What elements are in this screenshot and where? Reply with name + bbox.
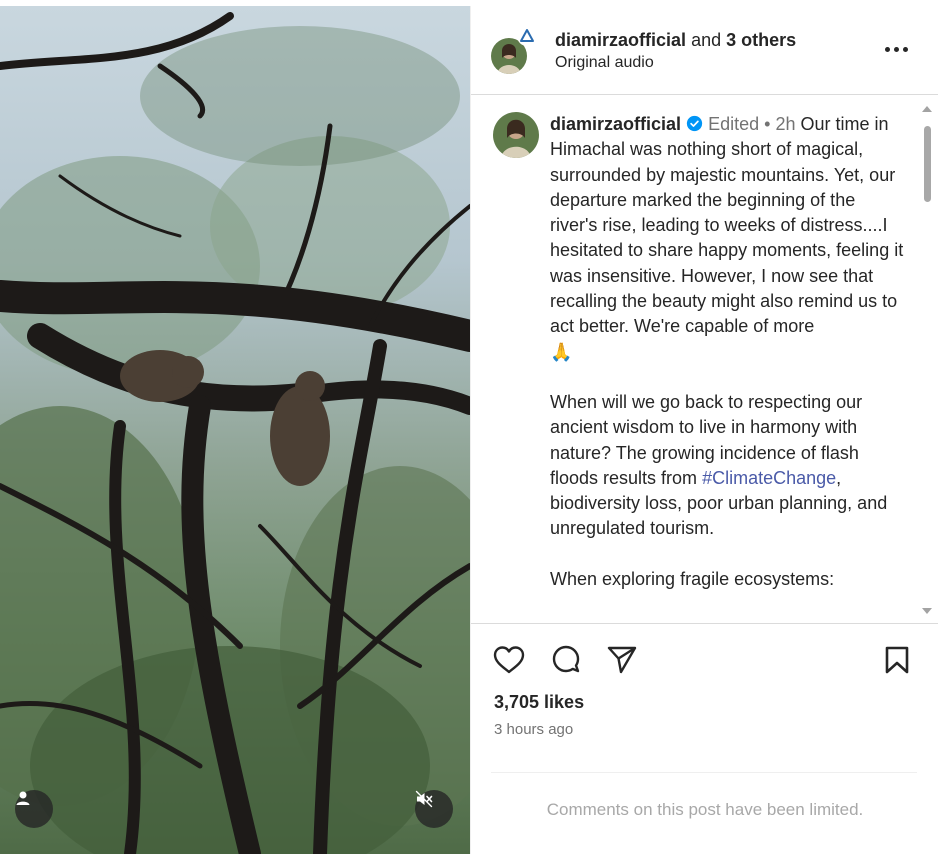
post-actions <box>471 642 938 686</box>
comments-limited-notice: Comments on this post have been limited. <box>546 800 864 819</box>
caption-first-paragraph: diamirzaofficial Edited • 2h Our time in… <box>550 112 905 365</box>
instagram-post-window: diamirzaofficial and 3 others Original a… <box>0 0 938 861</box>
post-header: diamirzaofficial and 3 others Original a… <box>471 6 938 95</box>
caption-username-link[interactable]: diamirzaofficial <box>550 114 681 134</box>
verified-badge-icon <box>686 115 703 132</box>
edited-label: Edited <box>708 114 760 134</box>
post-video[interactable] <box>0 6 470 854</box>
hashtag-link[interactable]: #ClimateChange <box>702 468 836 488</box>
scroll-thumb[interactable] <box>924 126 931 202</box>
more-dot <box>903 46 908 52</box>
mute-button[interactable] <box>415 790 453 828</box>
author-username-link[interactable]: diamirzaofficial <box>555 30 686 50</box>
user-tag-button[interactable] <box>15 790 53 828</box>
user-icon <box>16 791 30 805</box>
folded-hands-emoji: 🙏 <box>550 341 573 362</box>
profile-photo-icon <box>493 112 539 158</box>
post-caption: diamirzaofficial Edited • 2h Our time in… <box>550 112 905 592</box>
caption-second-paragraph: When will we go back to respecting our a… <box>550 390 905 542</box>
and-text: and <box>691 30 722 50</box>
like-button[interactable] <box>491 642 527 678</box>
paper-plane-icon <box>607 646 637 674</box>
audio-link[interactable]: Original audio <box>555 54 654 72</box>
caption-paragraph-3: When exploring fragile ecosystems: <box>550 568 835 589</box>
more-dot <box>894 46 899 52</box>
more-options-button[interactable] <box>885 42 911 56</box>
meta-separator: • <box>764 114 771 134</box>
scroll-up-arrow-icon[interactable] <box>921 104 933 114</box>
more-dot <box>885 46 890 52</box>
comments-scroll-area[interactable]: diamirzaofficial Edited • 2h Our time in… <box>471 96 938 624</box>
video-frame-trees-monkeys <box>0 12 470 854</box>
scroll-down-arrow-icon[interactable] <box>921 606 933 616</box>
share-button[interactable] <box>604 642 640 678</box>
others-link[interactable]: 3 others <box>726 30 796 50</box>
caption-age: 2h <box>775 114 796 134</box>
post-authors: diamirzaofficial and 3 others <box>555 28 796 52</box>
likes-count[interactable]: 3,705 likes <box>494 692 584 713</box>
comment-button[interactable] <box>548 642 584 678</box>
speaker-muted-icon <box>415 790 433 808</box>
comment-bubble-icon <box>552 645 580 673</box>
divider <box>491 772 917 773</box>
collab-badge <box>517 26 537 46</box>
caption-paragraph-1: Our time in Himachal was nothing short o… <box>550 114 904 337</box>
scrollbar[interactable] <box>921 104 933 616</box>
caption-avatar[interactable] <box>493 112 539 158</box>
caption-third-paragraph: When exploring fragile ecosystems: <box>550 567 905 592</box>
triangle-logo-icon <box>520 29 534 42</box>
post-timestamp[interactable]: 3 hours ago <box>494 721 573 738</box>
bookmark-icon <box>885 646 909 674</box>
heart-icon <box>493 646 525 674</box>
post-details-panel: diamirzaofficial and 3 others Original a… <box>470 6 938 854</box>
save-button[interactable] <box>879 642 915 678</box>
